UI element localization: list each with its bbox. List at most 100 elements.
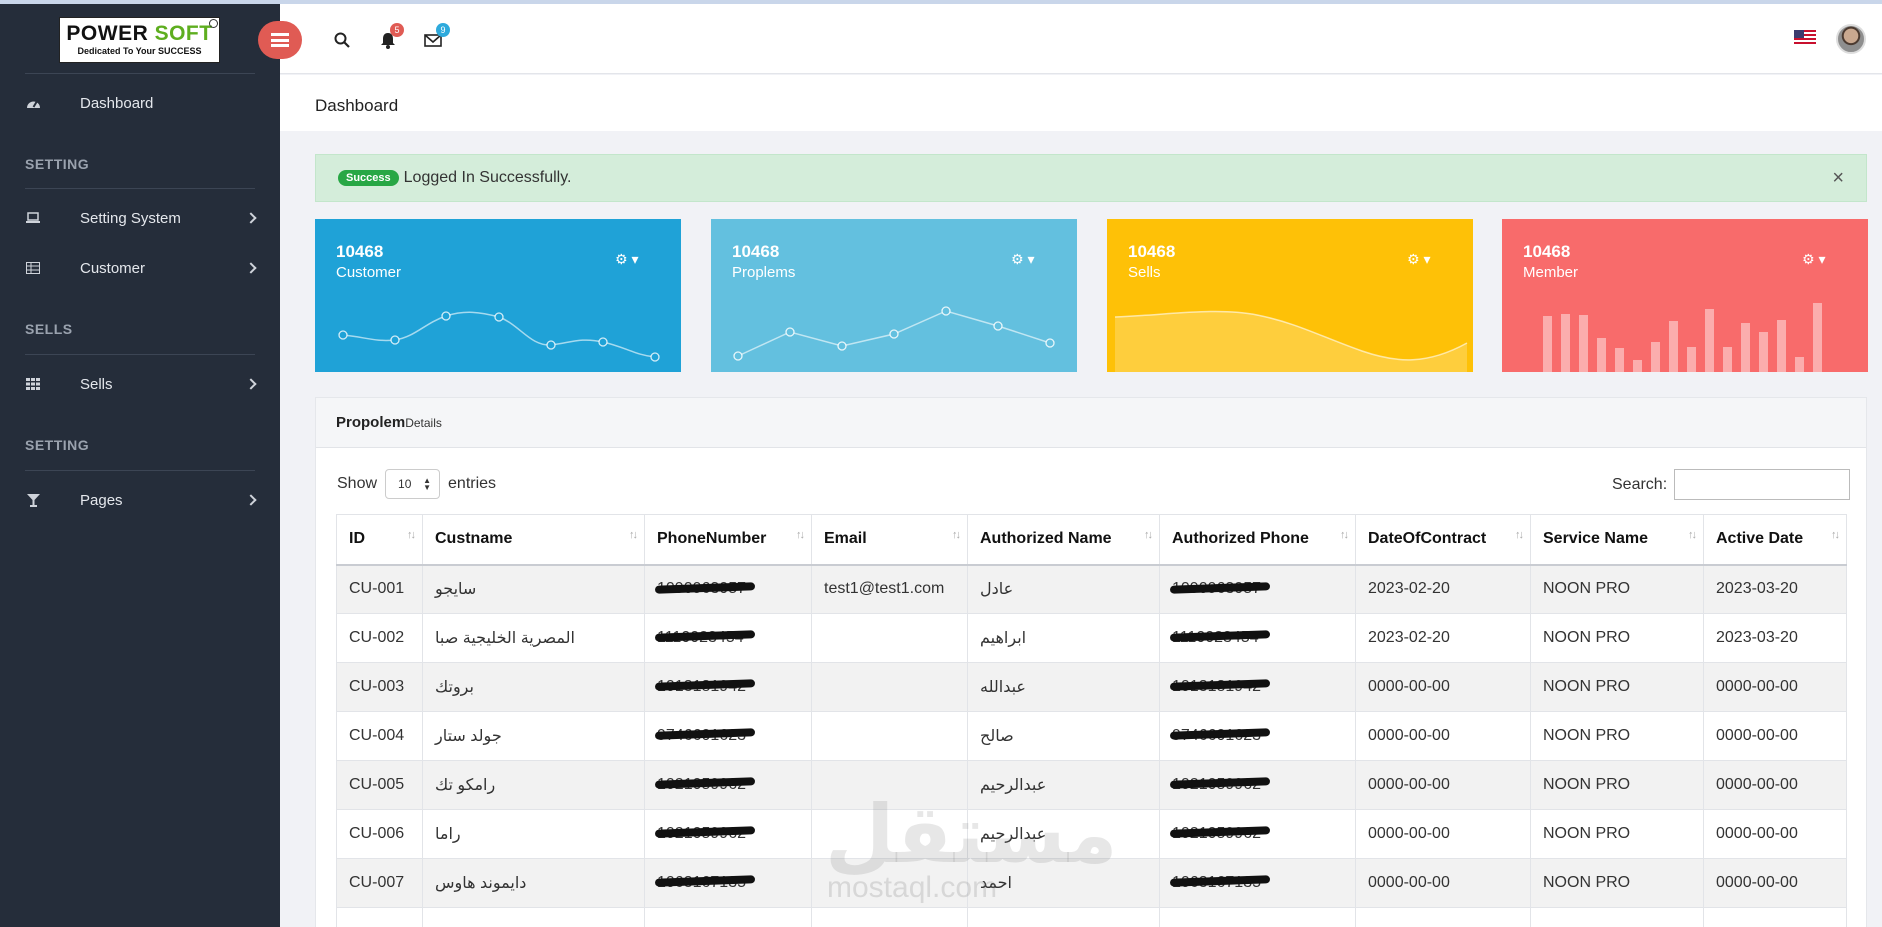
cell-date-of-contract: 0000-00-00: [1356, 712, 1531, 761]
chevron-right-icon: [245, 212, 256, 223]
sort-icon: ↑↓: [1688, 529, 1695, 541]
sidebar-item-customer[interactable]: Customer: [0, 248, 280, 288]
cell-active-date: 0000-00-00: [1704, 712, 1847, 761]
sidebar-item-label: Dashboard: [80, 95, 153, 112]
sidebar-item-sells[interactable]: Sells: [0, 364, 280, 404]
stat-value: 10468: [336, 242, 383, 262]
sort-icon: ↑↓: [629, 529, 636, 541]
entries-select[interactable]: 10 ▲▼: [385, 469, 440, 499]
cell-active-date: [1704, 908, 1847, 927]
sidebar-item-setting-system[interactable]: Setting System: [0, 198, 280, 238]
cell-service-name: NOON PRO: [1531, 712, 1704, 761]
column-header-phone[interactable]: PhoneNumber↑↓: [645, 515, 812, 565]
chevron-right-icon: [245, 378, 256, 389]
stat-card-sells: 10468 Sells ⚙ ▾: [1107, 219, 1473, 372]
cell-service-name: NOON PRO: [1531, 663, 1704, 712]
message-count-badge: 9: [436, 23, 450, 37]
chevron-right-icon: [245, 494, 256, 505]
table-row[interactable]: [337, 908, 1847, 927]
us-flag-icon[interactable]: [1794, 30, 1816, 45]
dashboard-gauge-icon: [25, 95, 41, 111]
table-row[interactable]: CU-004 جولد ستار 9746601623 صالح 9746601…: [337, 712, 1847, 761]
column-header-id[interactable]: ID↑↓: [337, 515, 423, 565]
cell-active-date: 0000-00-00: [1704, 859, 1847, 908]
cell-id: [337, 908, 423, 927]
gear-dropdown-icon[interactable]: ⚙ ▾: [1011, 251, 1034, 268]
sidebar-section-heading: SETTING: [25, 437, 89, 453]
user-avatar[interactable]: [1836, 24, 1866, 54]
cell-authorized-phone: [1160, 908, 1356, 927]
search-input[interactable]: [1674, 469, 1850, 500]
table-row[interactable]: CU-001 سايجو 1090963057 test1@test1.com …: [337, 565, 1847, 614]
table-search: Search:: [1612, 469, 1850, 500]
show-label: Show: [337, 475, 377, 493]
cell-active-date: 0000-00-00: [1704, 761, 1847, 810]
column-header-date-of-contract[interactable]: DateOfContract↑↓: [1356, 515, 1531, 565]
cell-id: CU-005: [337, 761, 423, 810]
gear-dropdown-icon[interactable]: ⚙ ▾: [1407, 251, 1430, 268]
cell-service-name: NOON PRO: [1531, 565, 1704, 614]
cell-email: test1@test1.com: [812, 565, 968, 614]
column-header-custname[interactable]: Custname↑↓: [423, 515, 645, 565]
stat-card-member: 10468 Member ⚙ ▾: [1502, 219, 1868, 372]
table-row[interactable]: CU-002 المصرية الخليجية صبا 1110023454 ا…: [337, 614, 1847, 663]
cell-date-of-contract: 0000-00-00: [1356, 663, 1531, 712]
panel-title: Propolem: [336, 414, 405, 431]
stat-label: Member: [1523, 264, 1578, 281]
table-row[interactable]: CU-003 بروتك 1018181942 عبدالله 10181819…: [337, 663, 1847, 712]
cell-date-of-contract: 2023-02-20: [1356, 614, 1531, 663]
close-icon[interactable]: ×: [1832, 167, 1844, 190]
filter-glass-icon: [25, 492, 41, 508]
sidebar-item-label: Pages: [80, 492, 123, 509]
column-header-authorized-phone[interactable]: Authorized Phone↑↓: [1160, 515, 1356, 565]
sort-icon: ↑↓: [1515, 529, 1522, 541]
search-icon[interactable]: [332, 30, 352, 50]
cell-id: CU-004: [337, 712, 423, 761]
sidebar-item-label: Customer: [80, 260, 145, 277]
cell-date-of-contract: 2023-02-20: [1356, 565, 1531, 614]
column-header-active-date[interactable]: Active Date↑↓: [1704, 515, 1847, 565]
cell-service-name: NOON PRO: [1531, 810, 1704, 859]
cell-authorized-phone: 1021059962: [1160, 761, 1356, 810]
top-header: 5 9: [280, 4, 1882, 74]
gear-dropdown-icon[interactable]: ⚙ ▾: [1802, 251, 1825, 268]
alert-message: Logged In Successfully.: [404, 169, 572, 187]
cell-custname: جولد ستار: [423, 712, 645, 761]
cell-authorized-name: عبدالله: [968, 663, 1160, 712]
sort-icon: ↑↓: [1144, 529, 1151, 541]
column-header-email[interactable]: Email↑↓: [812, 515, 968, 565]
gear-dropdown-icon[interactable]: ⚙ ▾: [615, 251, 638, 268]
laptop-icon: [25, 210, 41, 226]
menu-toggle-button[interactable]: [258, 21, 302, 59]
cell-custname: رامكو تك: [423, 761, 645, 810]
bell-icon[interactable]: 5: [378, 30, 398, 50]
sort-icon: ↑↓: [1831, 529, 1838, 541]
column-header-service-name[interactable]: Service Name↑↓: [1531, 515, 1704, 565]
sidebar-section-heading: SETTING: [25, 156, 89, 172]
cell-date-of-contract: [1356, 908, 1531, 927]
brand-logo[interactable]: POWER SOFT Dedicated To Your SUCCESS: [59, 17, 220, 63]
envelope-icon[interactable]: 9: [423, 30, 443, 50]
column-header-authorized-name[interactable]: Authorized Name↑↓: [968, 515, 1160, 565]
cell-phone: 1018181942: [645, 663, 812, 712]
cell-id: CU-001: [337, 565, 423, 614]
cell-active-date: 2023-03-20: [1704, 614, 1847, 663]
cell-id: CU-006: [337, 810, 423, 859]
registered-mark-icon: [209, 19, 218, 28]
grid-icon: [25, 376, 41, 392]
sort-icon: ↑↓: [407, 529, 414, 541]
select-arrows-icon: ▲▼: [423, 477, 431, 491]
entries-length-control: Show 10 ▲▼ entries: [337, 469, 496, 499]
cell-custname: المصرية الخليجية صبا: [423, 614, 645, 663]
sidebar-item-pages[interactable]: Pages: [0, 480, 280, 520]
cell-id: CU-002: [337, 614, 423, 663]
success-badge: Success: [338, 170, 399, 186]
cell-phone: 1068167135: [645, 859, 812, 908]
sort-icon: ↑↓: [796, 529, 803, 541]
sidebar-item-dashboard[interactable]: Dashboard: [0, 83, 280, 123]
stat-card-customer: 10468 Customer ⚙ ▾: [315, 219, 681, 372]
cell-email: [812, 908, 968, 927]
cell-phone: 1110023454: [645, 614, 812, 663]
brand-tagline: Dedicated To Your SUCCESS: [60, 46, 219, 56]
cell-authorized-name: صالح: [968, 712, 1160, 761]
